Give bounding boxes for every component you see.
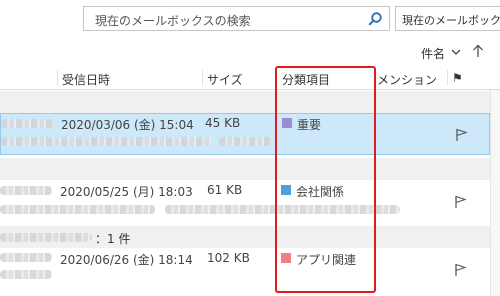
search-icon[interactable] bbox=[367, 11, 383, 27]
search-scope-dropdown[interactable]: 現在のメールボックス bbox=[395, 6, 500, 31]
column-separator[interactable] bbox=[57, 70, 58, 86]
redacted-sender bbox=[1, 119, 53, 128]
redacted-subject bbox=[1, 137, 211, 146]
message-size: 45 KB bbox=[205, 116, 241, 130]
redacted-group-name bbox=[0, 233, 92, 242]
vertical-scrollbar[interactable] bbox=[490, 90, 500, 296]
sort-by-label[interactable]: 件名 bbox=[421, 45, 445, 62]
column-header-row: 受信日時 サイズ 分類項目 メンション ⚑ bbox=[0, 66, 500, 90]
chevron-down-icon[interactable] bbox=[451, 47, 461, 57]
column-header-flag[interactable]: ⚑ bbox=[452, 71, 463, 85]
flag-icon[interactable] bbox=[453, 263, 467, 277]
group-header[interactable] bbox=[0, 158, 500, 180]
group-header[interactable]: ：1 件 bbox=[0, 226, 500, 248]
received-date: 2020/06/26 (金) 18:14 bbox=[60, 253, 193, 267]
message-row[interactable]: 2020/03/06 (金) 15:04 45 KB 重要 bbox=[0, 113, 490, 155]
column-header-mention[interactable]: メンション bbox=[377, 71, 437, 88]
redacted-sender bbox=[0, 253, 52, 262]
sort-ascending-icon[interactable] bbox=[472, 44, 484, 58]
redacted-sender bbox=[0, 186, 52, 195]
message-row[interactable]: 2020/05/25 (月) 18:03 61 KB 会社関係 bbox=[0, 180, 490, 224]
received-date: 2020/05/25 (月) 18:03 bbox=[60, 185, 193, 199]
message-size: 61 KB bbox=[207, 183, 243, 197]
redacted-subject bbox=[0, 270, 52, 279]
column-header-received[interactable]: 受信日時 bbox=[62, 71, 110, 88]
redacted-subject bbox=[0, 205, 155, 214]
search-placeholder: 現在のメールボックスの検索 bbox=[95, 14, 251, 28]
annotation-highlight-box bbox=[275, 66, 376, 293]
group-count: ：1 件 bbox=[95, 232, 131, 246]
flag-icon[interactable] bbox=[454, 128, 468, 142]
search-input[interactable]: 現在のメールボックスの検索 bbox=[83, 6, 390, 31]
flag-icon[interactable] bbox=[453, 195, 467, 209]
column-separator[interactable] bbox=[202, 70, 203, 86]
column-header-size[interactable]: サイズ bbox=[207, 71, 243, 88]
column-separator[interactable] bbox=[447, 70, 448, 86]
redacted-subject bbox=[219, 137, 271, 146]
message-size: 102 KB bbox=[207, 251, 250, 265]
group-header[interactable] bbox=[0, 91, 500, 113]
message-row[interactable]: 2020/06/26 (金) 18:14 102 KB アプリ関連 bbox=[0, 248, 490, 292]
received-date: 2020/03/06 (金) 15:04 bbox=[61, 118, 194, 132]
